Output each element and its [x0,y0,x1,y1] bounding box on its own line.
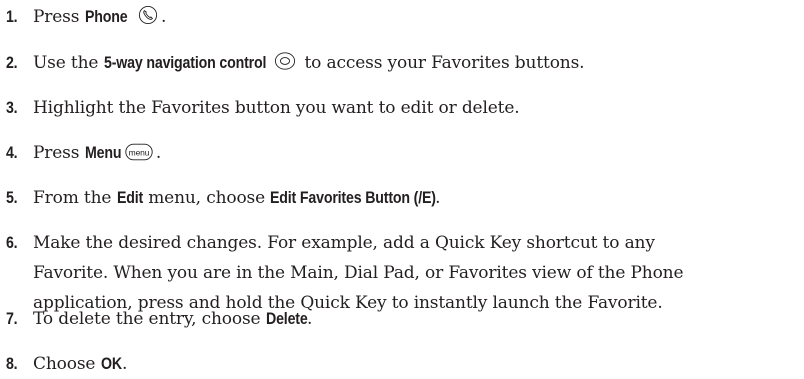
step-text-segment: Press [33,7,85,27]
step-number: 6. [6,234,18,252]
step-text: Press Phone . [33,2,798,32]
step-text-segment: . [155,143,162,163]
step-text-segment: menu, choose [142,188,271,208]
step-number: 3. [6,99,18,117]
step-number: 4. [6,144,18,162]
bold-term: 5-way navigation control [103,54,266,72]
step-text: To delete the entry, choose Delete. [33,304,798,334]
step-text: Choose OK. [33,349,798,379]
menu-key-label: menu [129,147,150,157]
step-text-segment: Use the [33,53,104,73]
step-number: 5. [6,189,18,207]
bold-term: Delete [265,310,308,328]
step-text-segment: . [161,7,167,27]
step-text-segment: Choose [33,354,101,374]
step-text: Press Menu menu . [33,138,798,168]
phone-key-icon [138,5,158,25]
step-text: Use the 5-way navigation control to acce… [33,48,798,78]
5-way-navigation-icon [274,51,296,71]
menu-key-icon: menu [125,143,153,161]
step-text-segment: . [121,354,128,374]
step-number: 1. [6,8,18,26]
step-text: From the Edit menu, choose Edit Favorite… [33,183,798,213]
step-text-segment: . [435,188,441,208]
step-number: 8. [6,355,18,373]
step-text-segment: . [307,309,313,329]
bold-term: Menu [84,144,122,162]
step-text-segment: To delete the entry, choose [33,309,266,329]
step-text-line: Favorite. When you are in the Main, Dial… [33,263,684,283]
step-number: 2. [6,54,18,72]
bold-term: Phone [84,8,128,26]
step-text-segment: to access your Favorites buttons. [299,53,585,73]
step-text-segment: Press [33,143,85,163]
step-text: Highlight the Favorites button you want … [33,98,520,118]
bold-term: OK [100,355,122,373]
step-text-segment: From the [33,188,117,208]
step-text-line: Make the desired changes. For example, a… [33,233,655,253]
step-number: 7. [6,310,18,328]
bold-term: Edit Favorites Button (/E) [270,189,437,207]
bold-term: Edit [116,189,143,207]
